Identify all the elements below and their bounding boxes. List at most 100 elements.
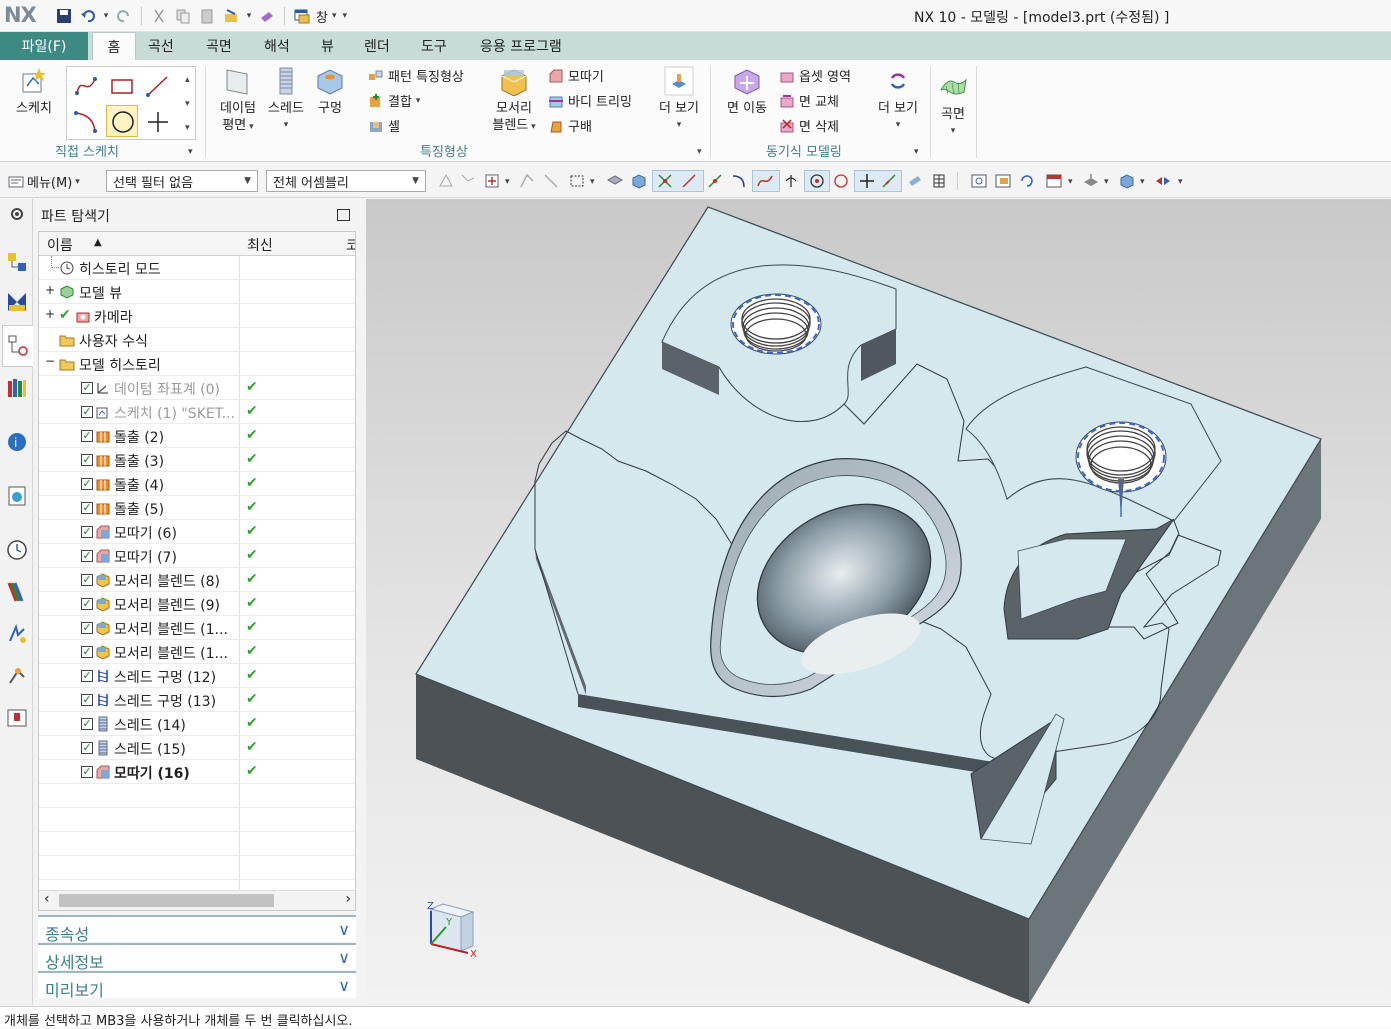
paste-icon[interactable]: [197, 6, 217, 26]
reuse-library-icon[interactable]: [6, 377, 28, 399]
tree-row-feature[interactable]: ✓ 스레드 (15) ✔: [39, 736, 355, 760]
draft-button[interactable]: 구배: [548, 116, 592, 135]
tab-view[interactable]: 뷰: [311, 32, 344, 60]
feature-checkbox[interactable]: ✓: [81, 382, 93, 394]
expand-icon[interactable]: +: [45, 307, 55, 321]
general-selection-intent-icon[interactable]: [437, 172, 455, 190]
column-header-latest[interactable]: 최신: [247, 235, 273, 255]
window-menu-label[interactable]: 창: [316, 7, 328, 26]
line-snap-icon[interactable]: [680, 172, 698, 190]
tree-row-feature[interactable]: ✓ 모따기 (7) ✔: [39, 544, 355, 568]
point-on-curve-snap-icon[interactable]: [880, 172, 898, 190]
feature-checkbox[interactable]: ✓: [81, 550, 93, 562]
shell-button[interactable]: 셸: [368, 116, 400, 135]
feature-checkbox[interactable]: ✓: [81, 646, 93, 658]
tangent-snap-icon[interactable]: [782, 172, 800, 190]
tree-row-feature[interactable]: ✓ 돌출 (3) ✔: [39, 448, 355, 472]
tree-row-model-views[interactable]: + 모델 뷰: [39, 280, 355, 304]
tree-row-feature[interactable]: ✓ 모서리 블렌드 (8) ✔: [39, 568, 355, 592]
collapse-icon[interactable]: −: [45, 354, 55, 368]
rectangle-select-icon[interactable]: [568, 172, 586, 190]
tab-render[interactable]: 렌더: [354, 32, 400, 60]
rectangle-icon[interactable]: [109, 73, 135, 99]
face-select-icon[interactable]: [606, 172, 624, 190]
snap-dropdown-icon[interactable]: ▾: [505, 177, 510, 187]
feature-checkbox[interactable]: ✓: [81, 670, 93, 682]
tab-applications[interactable]: 응용 프로그램: [470, 32, 572, 60]
tree-row-cameras[interactable]: + ✔ 카메라: [39, 304, 355, 328]
scroll-left-icon[interactable]: ‹: [44, 891, 50, 907]
feature-checkbox[interactable]: ✓: [81, 574, 93, 586]
rectangle-select-dropdown-icon[interactable]: ▾: [590, 177, 595, 187]
feature-checkbox[interactable]: ✓: [81, 502, 93, 514]
feature-checkbox[interactable]: ✓: [81, 406, 93, 418]
part-navigator-tab[interactable]: [2, 325, 33, 367]
gallery-scroll-up-icon[interactable]: ▴: [185, 75, 190, 85]
repeat-dropdown-icon[interactable]: ▾: [245, 6, 253, 26]
datum-plane-dropdown-icon[interactable]: ▾: [246, 122, 254, 132]
edit-section-icon[interactable]: [1154, 172, 1172, 190]
window-dropdown-icon[interactable]: ▾: [332, 11, 337, 21]
tree-row-feature[interactable]: ✓ 모따기 (6) ✔: [39, 520, 355, 544]
history-icon[interactable]: [6, 539, 28, 561]
wcs-dynamics-icon[interactable]: [970, 172, 988, 190]
sync-more-button[interactable]: 더 보기 ▾: [873, 66, 923, 134]
chamfer-button[interactable]: 모따기: [548, 66, 604, 85]
spline-snap-icon[interactable]: [756, 172, 774, 190]
tree-row-history-mode[interactable]: 히스토리 모드: [39, 256, 355, 280]
qat-customize-icon[interactable]: ▾: [343, 11, 348, 21]
repeat-command-icon[interactable]: [221, 6, 241, 26]
gallery-scroll-down-icon[interactable]: ▾: [185, 99, 190, 109]
feature-checkbox[interactable]: ✓: [81, 766, 93, 778]
type-filter-dropdown[interactable]: 선택 필터 없음 ▼: [106, 170, 258, 192]
tree-row-feature[interactable]: ✓ 스케치 (1) "SKET... ✔: [39, 400, 355, 424]
undo-icon[interactable]: [78, 6, 98, 26]
accordion-details[interactable]: 상세정보 ∨: [38, 943, 356, 972]
rotate-view-icon[interactable]: [1018, 172, 1036, 190]
render-style-dropdown-icon[interactable]: ▾: [1104, 177, 1109, 187]
quadrant-snap-icon[interactable]: [832, 172, 850, 190]
orient-view-dropdown-icon[interactable]: ▾: [1068, 177, 1073, 187]
accordion-preview[interactable]: 미리보기 ∨: [38, 971, 356, 1000]
combine-button[interactable]: 결합 ▾: [368, 91, 420, 110]
copy-icon[interactable]: [173, 6, 193, 26]
surface-dropdown-icon[interactable]: ▾: [951, 123, 956, 140]
delete-face-button[interactable]: 면 삭제: [779, 116, 839, 135]
column-header-name[interactable]: 이름: [47, 235, 73, 255]
manufacturing-wizards-icon[interactable]: [6, 665, 28, 687]
studio-spline-icon[interactable]: [73, 73, 99, 99]
column-header-third[interactable]: 코: [346, 235, 355, 255]
body-select-icon[interactable]: [630, 172, 648, 190]
arc-icon[interactable]: [73, 109, 99, 135]
roles-icon[interactable]: [6, 707, 28, 729]
tab-home[interactable]: 홈: [92, 32, 136, 61]
tree-row-model-history[interactable]: − 모델 히스토리: [39, 352, 355, 376]
surface-button[interactable]: 곡면 ▾: [933, 72, 973, 140]
feature-checkbox[interactable]: ✓: [81, 718, 93, 730]
point-icon[interactable]: [145, 109, 171, 135]
group-options-icon[interactable]: ▾: [914, 147, 919, 157]
snap-point-icon[interactable]: [483, 172, 501, 190]
center-snap-icon[interactable]: [808, 172, 826, 190]
tree-row-feature[interactable]: ✓ 모서리 블렌드 (9) ✔: [39, 592, 355, 616]
redo-icon[interactable]: [114, 6, 134, 26]
extend-selection-icon[interactable]: [542, 172, 560, 190]
feature-checkbox[interactable]: ✓: [81, 598, 93, 610]
tree-row-feature[interactable]: ✓ 스레드 구멍 (12) ✔: [39, 664, 355, 688]
combine-dropdown-icon[interactable]: ▾: [416, 96, 421, 106]
shaded-with-edges-icon[interactable]: [1118, 172, 1136, 190]
section-dropdown-icon[interactable]: ▾: [1178, 177, 1183, 187]
edge-blend-button[interactable]: 모서리 블렌드 ▾: [486, 66, 542, 136]
curve-snap-icon[interactable]: [730, 172, 748, 190]
line-icon[interactable]: [145, 73, 171, 99]
tree-row-feature[interactable]: ✓ 모서리 블렌드 (1... ✔: [39, 640, 355, 664]
tab-file[interactable]: 파일(F): [0, 32, 88, 60]
intersection-snap-icon[interactable]: [858, 172, 876, 190]
tree-row-feature[interactable]: ✓ 데이텀 좌표계 (0) ✔: [39, 376, 355, 400]
tree-row-feature-current[interactable]: ✓ 모따기 (16) ✔: [39, 760, 355, 784]
tree-row-feature[interactable]: ✓ 스레드 구멍 (13) ✔: [39, 688, 355, 712]
mid-point-snap-icon[interactable]: [706, 172, 724, 190]
sketch-button[interactable]: 스케치: [10, 66, 58, 117]
graphics-window[interactable]: Z Y X: [366, 199, 1391, 1005]
pattern-feature-button[interactable]: 패턴 특징형상: [368, 66, 464, 85]
